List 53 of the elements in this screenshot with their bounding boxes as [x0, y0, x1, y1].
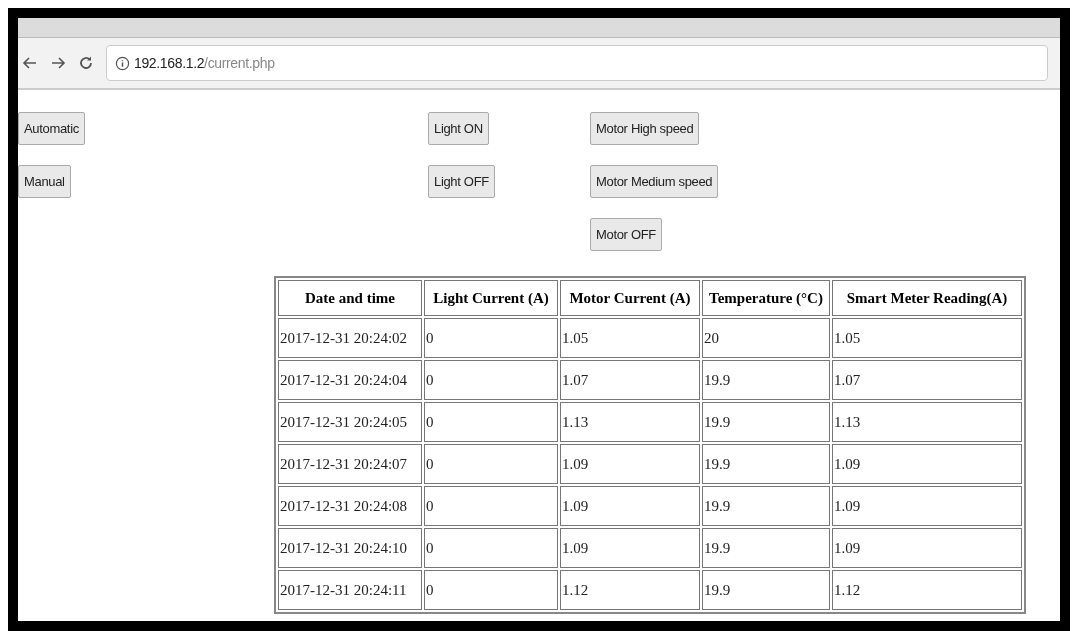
table-cell: 0: [424, 318, 558, 358]
table-cell: 19.9: [702, 402, 830, 442]
table-cell: 0: [424, 360, 558, 400]
table-cell: 1.07: [560, 360, 700, 400]
address-bar[interactable]: 192.168.1.2/current.php: [106, 45, 1048, 81]
table-cell: 1.13: [832, 402, 1022, 442]
mode-button[interactable]: Manual: [18, 165, 71, 198]
column-header: Light Current (A): [424, 280, 558, 316]
table-cell: 2017-12-31 20:24:05: [278, 402, 422, 442]
table-cell: 1.09: [832, 528, 1022, 568]
light-button[interactable]: Light ON: [428, 112, 489, 145]
table-cell: 19.9: [702, 486, 830, 526]
table-cell: 2017-12-31 20:24:10: [278, 528, 422, 568]
info-icon: [115, 55, 130, 71]
column-header: Motor Current (A): [560, 280, 700, 316]
reload-icon[interactable]: [78, 55, 94, 71]
light-button[interactable]: Light OFF: [428, 165, 495, 198]
column-header: Date and time: [278, 280, 422, 316]
table-cell: 0: [424, 486, 558, 526]
back-icon[interactable]: [22, 55, 38, 71]
table-cell: 19.9: [702, 528, 830, 568]
table-cell: 2017-12-31 20:24:08: [278, 486, 422, 526]
table-cell: 0: [424, 444, 558, 484]
table-cell: 19.9: [702, 570, 830, 610]
table-cell: 1.09: [560, 486, 700, 526]
table-cell: 1.09: [832, 486, 1022, 526]
table-cell: 1.07: [832, 360, 1022, 400]
column-header: Temperature (°C): [702, 280, 830, 316]
table-cell: 2017-12-31 20:24:11: [278, 570, 422, 610]
motor-button[interactable]: Motor OFF: [590, 218, 662, 251]
table-cell: 0: [424, 528, 558, 568]
table-cell: 0: [424, 570, 558, 610]
motor-button[interactable]: Motor Medium speed: [590, 165, 719, 198]
table-cell: 2017-12-31 20:24:04: [278, 360, 422, 400]
table-cell: 2017-12-31 20:24:07: [278, 444, 422, 484]
table-cell: 1.09: [832, 444, 1022, 484]
table-cell: 1.12: [560, 570, 700, 610]
table-cell: 1.09: [560, 528, 700, 568]
table-cell: 1.09: [560, 444, 700, 484]
mode-button[interactable]: Automatic: [18, 112, 85, 145]
url-text: 192.168.1.2/current.php: [134, 53, 275, 73]
table-cell: 1.13: [560, 402, 700, 442]
motor-button[interactable]: Motor High speed: [590, 112, 700, 145]
table-cell: 1.05: [832, 318, 1022, 358]
table-cell: 19.9: [702, 360, 830, 400]
table-cell: 19.9: [702, 444, 830, 484]
table-cell: 1.12: [832, 570, 1022, 610]
table-cell: 0: [424, 402, 558, 442]
table-cell: 2017-12-31 20:24:02: [278, 318, 422, 358]
table-cell: 20: [702, 318, 830, 358]
table-cell: 1.05: [560, 318, 700, 358]
column-header: Smart Meter Reading(A): [832, 280, 1022, 316]
forward-icon[interactable]: [50, 55, 66, 71]
